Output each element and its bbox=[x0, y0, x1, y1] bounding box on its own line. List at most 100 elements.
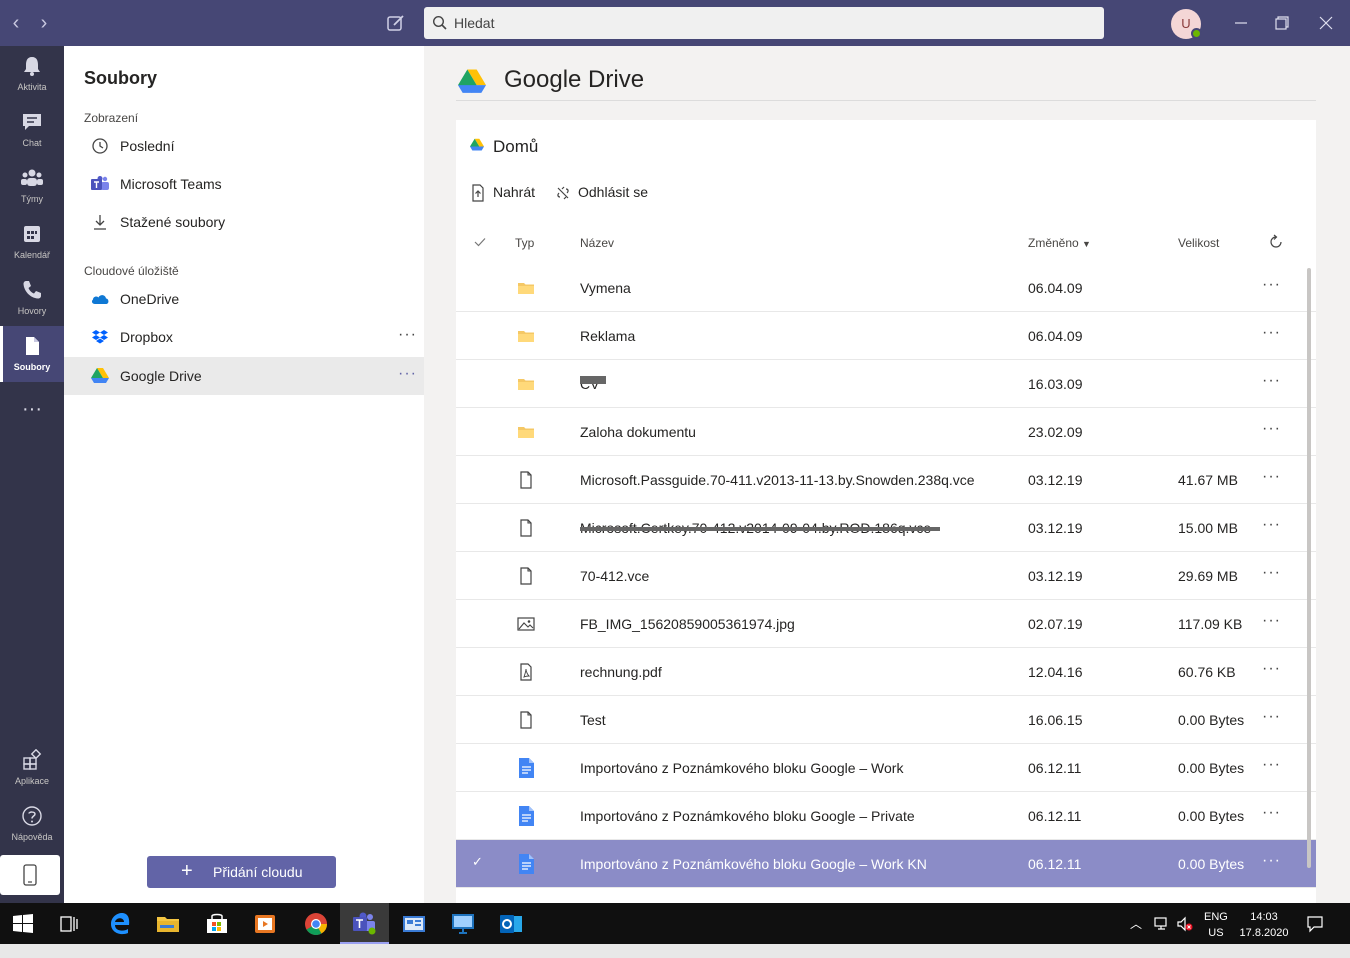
table-row[interactable]: rechnung.pdf 12.04.16 60.76 KB ··· bbox=[456, 648, 1316, 696]
file-name[interactable]: Reklama bbox=[580, 328, 635, 344]
table-row[interactable]: Vymena 06.04.09 ··· bbox=[456, 264, 1316, 312]
remote-desktop-icon[interactable] bbox=[450, 911, 476, 937]
more-apps-button[interactable]: ··· bbox=[0, 382, 64, 438]
task-view-icon[interactable] bbox=[56, 911, 82, 937]
nav-item-google-drive[interactable]: Google Drive ··· bbox=[64, 357, 424, 395]
rail-label: Soubory bbox=[13, 362, 51, 372]
outlook-icon[interactable] bbox=[498, 911, 524, 937]
upload-button[interactable]: Nahrát bbox=[493, 184, 535, 200]
windows-start-icon[interactable] bbox=[10, 911, 36, 937]
network-icon[interactable] bbox=[1153, 916, 1171, 932]
phone-icon bbox=[23, 281, 41, 299]
file-size: 0.00 Bytes bbox=[1178, 712, 1245, 728]
rail-item-apps[interactable]: Aplikace bbox=[0, 740, 64, 796]
more-options-icon[interactable]: ··· bbox=[1262, 804, 1281, 822]
store-icon[interactable] bbox=[204, 911, 230, 937]
file-name[interactable]: Vymena bbox=[580, 280, 631, 296]
more-options-icon[interactable]: ··· bbox=[398, 326, 417, 344]
modified-date: 16.03.09 bbox=[1028, 376, 1083, 392]
sign-out-button[interactable]: Odhlásit se bbox=[578, 184, 648, 200]
more-options-icon[interactable]: ··· bbox=[1262, 660, 1281, 678]
file-name[interactable]: Importováno z Poznámkového bloku Google … bbox=[580, 808, 915, 824]
column-header-name[interactable]: Název bbox=[580, 236, 614, 250]
rail-item-calls[interactable]: Hovory bbox=[0, 270, 64, 326]
system-clock[interactable]: 14:03 17.8.2020 bbox=[1236, 909, 1292, 941]
more-options-icon[interactable]: ··· bbox=[1262, 468, 1281, 486]
volume-muted-icon[interactable] bbox=[1176, 916, 1194, 932]
row-check-icon[interactable]: ✓ bbox=[472, 854, 483, 870]
select-all-check-icon[interactable] bbox=[474, 237, 486, 247]
column-header-type[interactable]: Typ bbox=[515, 236, 534, 250]
more-options-icon[interactable]: ··· bbox=[1262, 276, 1281, 294]
table-row[interactable]: Reklama 06.04.09 ··· bbox=[456, 312, 1316, 360]
table-row[interactable]: Microsoft.Certkey.70-412.v2014-09-04.by.… bbox=[456, 504, 1316, 552]
more-options-icon[interactable]: ··· bbox=[1262, 708, 1281, 726]
rail-item-teams[interactable]: Týmy bbox=[0, 158, 64, 214]
language-indicator[interactable]: ENG US bbox=[1204, 909, 1228, 941]
table-row[interactable]: Zaloha dokumentu 23.02.09 ··· bbox=[456, 408, 1316, 456]
search-input[interactable]: Hledat bbox=[424, 7, 1104, 39]
file-name[interactable]: Importováno z Poznámkového bloku Google … bbox=[580, 760, 903, 776]
notifications-icon[interactable] bbox=[1306, 915, 1324, 933]
rail-item-chat[interactable]: Chat bbox=[0, 102, 64, 158]
scrollbar[interactable] bbox=[1307, 268, 1311, 868]
more-options-icon[interactable]: ··· bbox=[1262, 516, 1281, 534]
device-button[interactable] bbox=[0, 855, 60, 895]
search-icon bbox=[432, 15, 447, 30]
table-row[interactable]: Importováno z Poznámkového bloku Google … bbox=[456, 792, 1316, 840]
forward-arrow-icon[interactable]: › bbox=[31, 10, 57, 36]
more-options-icon[interactable]: ··· bbox=[1262, 372, 1281, 390]
folder-icon bbox=[516, 324, 536, 348]
nav-item-dropbox[interactable]: Dropbox ··· bbox=[64, 318, 424, 356]
edge-browser-icon[interactable] bbox=[107, 911, 133, 937]
nav-item-label: Google Drive bbox=[120, 368, 202, 384]
file-name[interactable]: Zaloha dokumentu bbox=[580, 424, 696, 440]
minimize-icon[interactable] bbox=[1228, 10, 1254, 36]
more-options-icon[interactable]: ··· bbox=[1262, 564, 1281, 582]
more-options-icon[interactable]: ··· bbox=[1262, 420, 1281, 438]
column-header-size[interactable]: Velikost bbox=[1178, 236, 1219, 250]
nav-item-microsoft-teams[interactable]: Microsoft Teams bbox=[64, 165, 424, 203]
rail-item-help[interactable]: Nápověda bbox=[0, 796, 64, 852]
nav-item-downloads[interactable]: Stažené soubory bbox=[64, 203, 424, 241]
rail-item-files[interactable]: Soubory bbox=[0, 326, 64, 382]
compose-icon[interactable] bbox=[383, 10, 409, 36]
refresh-icon[interactable] bbox=[1268, 234, 1284, 250]
file-name[interactable]: Microsoft.Passguide.70-411.v2013-11-13.b… bbox=[580, 472, 975, 488]
file-explorer-icon[interactable] bbox=[155, 911, 181, 937]
chevron-up-icon[interactable]: ︿ bbox=[1130, 915, 1142, 932]
table-row[interactable]: ✓ Importováno z Poznámkového bloku Google… bbox=[456, 840, 1316, 888]
restore-icon[interactable] bbox=[1269, 10, 1295, 36]
chrome-icon[interactable] bbox=[303, 911, 329, 937]
table-row[interactable]: 70-412.vce 03.12.19 29.69 MB ··· bbox=[456, 552, 1316, 600]
more-options-icon[interactable]: ··· bbox=[398, 365, 417, 383]
more-options-icon[interactable]: ··· bbox=[1262, 852, 1281, 870]
more-options-icon[interactable]: ··· bbox=[1262, 612, 1281, 630]
file-name[interactable]: FB_IMG_15620859005361974.jpg bbox=[580, 616, 795, 632]
table-row[interactable]: FB_IMG_15620859005361974.jpg 02.07.19 117.… bbox=[456, 600, 1316, 648]
nav-item-onedrive[interactable]: OneDrive bbox=[64, 280, 424, 318]
close-icon[interactable] bbox=[1313, 10, 1339, 36]
back-arrow-icon[interactable]: ‹ bbox=[3, 10, 29, 36]
rail-item-calendar[interactable]: Kalendář bbox=[0, 214, 64, 270]
more-options-icon[interactable]: ··· bbox=[1262, 324, 1281, 342]
file-name[interactable]: Importováno z Poznámkového bloku Google … bbox=[580, 856, 927, 872]
table-row[interactable]: Test 16.06.15 0.00 Bytes ··· bbox=[456, 696, 1316, 744]
media-player-icon[interactable] bbox=[252, 911, 278, 937]
table-row[interactable]: Microsoft.Passguide.70-411.v2013-11-13.b… bbox=[456, 456, 1316, 504]
nav-item-recent[interactable]: Poslední bbox=[64, 127, 424, 165]
section-header-cloud: Cloudové úložiště bbox=[84, 264, 179, 278]
rail-item-activity[interactable]: Aktivita bbox=[0, 46, 64, 102]
breadcrumb[interactable]: Domů bbox=[493, 137, 538, 157]
google-docs-icon bbox=[516, 756, 536, 780]
file-name[interactable]: 70-412.vce bbox=[580, 568, 649, 584]
control-panel-icon[interactable] bbox=[401, 911, 427, 937]
column-header-modified[interactable]: Změněno ▼ bbox=[1028, 236, 1091, 250]
taskbar-item-teams-active[interactable] bbox=[340, 903, 389, 944]
file-name[interactable]: Test bbox=[580, 712, 606, 728]
file-name[interactable]: rechnung.pdf bbox=[580, 664, 662, 680]
add-cloud-button[interactable]: + Přidání cloudu bbox=[147, 856, 336, 888]
table-row[interactable]: Importováno z Poznámkového bloku Google … bbox=[456, 744, 1316, 792]
table-row[interactable]: CV 16.03.09 ··· bbox=[456, 360, 1316, 408]
more-options-icon[interactable]: ··· bbox=[1262, 756, 1281, 774]
